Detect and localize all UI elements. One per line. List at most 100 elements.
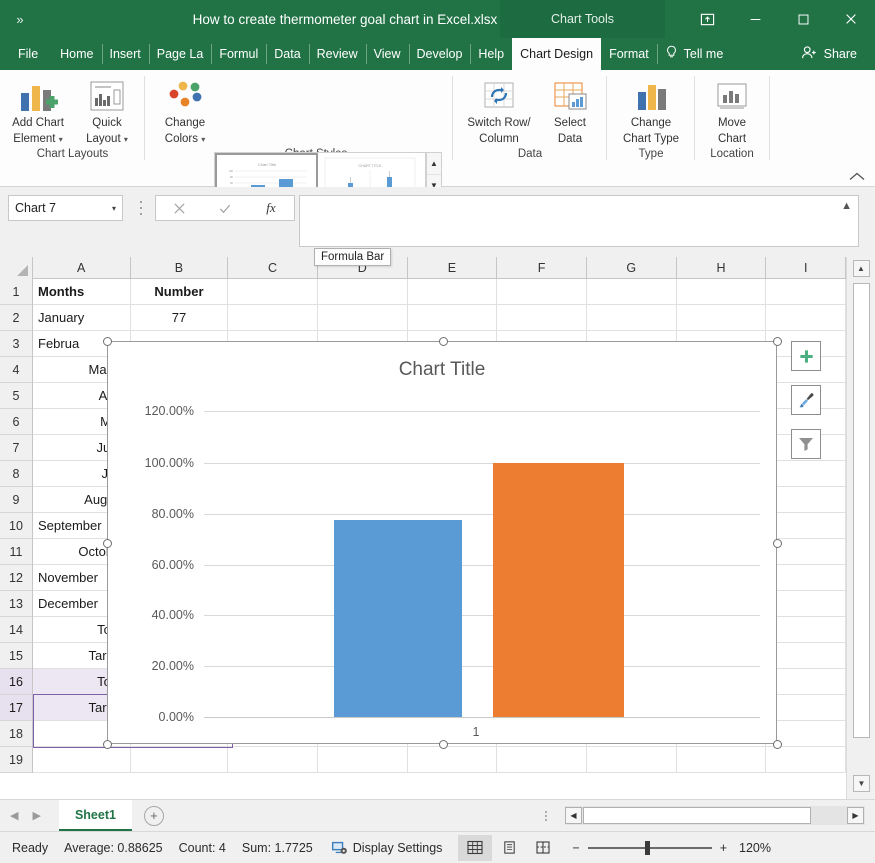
cell-e19[interactable] [408, 747, 498, 773]
name-box[interactable]: Chart 7 ▾ [8, 195, 123, 221]
column-header-f[interactable]: F [497, 257, 587, 279]
resize-handle-bottom-left[interactable] [103, 740, 112, 749]
cell-a1[interactable]: Months [33, 279, 131, 305]
switch-row-column-button[interactable]: Switch Row/ Column [460, 76, 538, 146]
collapse-ribbon-icon[interactable] [849, 170, 865, 184]
cell-c2[interactable] [228, 305, 318, 331]
vertical-scrollbar[interactable]: ▲ ▼ [846, 257, 875, 799]
cell-g1[interactable] [587, 279, 677, 305]
cell-i14[interactable] [766, 617, 846, 643]
cell-f19[interactable] [497, 747, 587, 773]
chart-elements-button[interactable] [791, 341, 821, 371]
cell-b2[interactable]: 77 [131, 305, 229, 331]
minimize-icon[interactable] [731, 0, 779, 38]
bar-series-total[interactable] [334, 520, 462, 717]
cell-h19[interactable] [677, 747, 767, 773]
scroll-up-icon[interactable]: ▲ [853, 260, 870, 277]
cell-c1[interactable] [228, 279, 318, 305]
cell-i19[interactable] [766, 747, 846, 773]
zoom-in-icon[interactable]: + [720, 841, 727, 855]
page-break-view-button[interactable] [526, 835, 560, 861]
cell-g2[interactable] [587, 305, 677, 331]
chevron-down-icon[interactable]: ▾ [112, 204, 116, 213]
tell-me-button[interactable]: Tell me [657, 38, 732, 70]
cell-i2[interactable] [766, 305, 846, 331]
cell-d1[interactable] [318, 279, 408, 305]
vertical-scroll-thumb[interactable] [853, 283, 870, 738]
cell-i13[interactable] [766, 591, 846, 617]
select-all-corner[interactable] [0, 257, 33, 279]
tab-page-layout[interactable]: Page La [149, 38, 212, 70]
scroll-down-icon[interactable]: ▼ [853, 775, 870, 792]
row-header-7[interactable]: 7 [0, 435, 32, 461]
select-data-button[interactable]: Select Data [542, 76, 598, 146]
tab-developer[interactable]: Develop [409, 38, 471, 70]
normal-view-button[interactable] [458, 835, 492, 861]
row-header-8[interactable]: 8 [0, 461, 32, 487]
row-header-19[interactable]: 19 [0, 747, 32, 773]
ribbon-display-options-icon[interactable] [683, 0, 731, 38]
expand-formula-bar-icon[interactable]: ▲ [841, 200, 852, 212]
row-header-10[interactable]: 10 [0, 513, 32, 539]
display-settings-button[interactable]: Display Settings [331, 840, 443, 856]
cell-h1[interactable] [677, 279, 767, 305]
cell-i12[interactable] [766, 565, 846, 591]
row-header-13[interactable]: 13 [0, 591, 32, 617]
column-header-e[interactable]: E [408, 257, 498, 279]
tab-chart-design[interactable]: Chart Design [512, 38, 601, 70]
row-header-9[interactable]: 9 [0, 487, 32, 513]
cell-f2[interactable] [497, 305, 587, 331]
row-header-6[interactable]: 6 [0, 409, 32, 435]
row-header-11[interactable]: 11 [0, 539, 32, 565]
page-layout-view-button[interactable] [492, 835, 526, 861]
chevron-right-icon[interactable]: ▶ [32, 809, 40, 822]
close-icon[interactable] [827, 0, 875, 38]
formula-input[interactable]: ▲ [299, 195, 859, 247]
hscroll-right-icon[interactable]: ▶ [847, 807, 864, 824]
cell-i9[interactable] [766, 487, 846, 513]
cancel-icon[interactable] [156, 196, 202, 220]
zoom-level-label[interactable]: 120% [727, 841, 771, 855]
row-header-12[interactable]: 12 [0, 565, 32, 591]
resize-handle-middle-right[interactable] [773, 539, 782, 548]
row-header-1[interactable]: 1 [0, 279, 32, 305]
tab-insert[interactable]: Insert [102, 38, 149, 70]
column-header-h[interactable]: H [677, 257, 767, 279]
row-header-5[interactable]: 5 [0, 383, 32, 409]
zoom-slider-thumb[interactable] [645, 841, 650, 855]
cell-i16[interactable] [766, 669, 846, 695]
change-colors-button[interactable]: Change Colors ▾ [154, 76, 216, 146]
cell-i10[interactable] [766, 513, 846, 539]
row-header-18[interactable]: 18 [0, 721, 32, 747]
cell-c19[interactable] [228, 747, 318, 773]
row-header-14[interactable]: 14 [0, 617, 32, 643]
row-header-3[interactable]: 3 [0, 331, 32, 357]
tab-file[interactable]: File [0, 38, 52, 70]
cell-f1[interactable] [497, 279, 587, 305]
resize-handle-top-right[interactable] [773, 337, 782, 346]
row-header-16[interactable]: 16 [0, 669, 32, 695]
horizontal-scrollbar[interactable]: ◀ ▶ [565, 806, 865, 825]
enter-icon[interactable] [202, 196, 248, 220]
cell-i17[interactable] [766, 695, 846, 721]
chart-plot-area[interactable]: 120.00% 100.00% 80.00% 60.00% 40.00% 20.… [108, 342, 776, 743]
resize-handle-middle-left[interactable] [103, 539, 112, 548]
chart-object[interactable]: Chart Title 120.00% 100.00% 80.00% 60.00… [107, 341, 777, 744]
row-header-15[interactable]: 15 [0, 643, 32, 669]
resize-handle-bottom-center[interactable] [439, 740, 448, 749]
hscroll-left-icon[interactable]: ◀ [565, 807, 582, 824]
move-chart-button[interactable]: Move Chart [700, 76, 764, 146]
zoom-slider[interactable] [588, 841, 712, 855]
cell-b1[interactable]: Number [131, 279, 229, 305]
status-count[interactable]: Count: 4 [179, 841, 226, 855]
sheet-tab-sheet1[interactable]: Sheet1 [59, 800, 132, 831]
cell-i15[interactable] [766, 643, 846, 669]
column-header-i[interactable]: I [766, 257, 846, 279]
share-button[interactable]: Share [793, 38, 875, 70]
add-sheet-icon[interactable]: + [144, 806, 164, 826]
change-chart-type-button[interactable]: Change Chart Type [611, 76, 691, 146]
status-sum[interactable]: Sum: 1.7725 [242, 841, 313, 855]
row-header-4[interactable]: 4 [0, 357, 32, 383]
cell-e1[interactable] [408, 279, 498, 305]
status-average[interactable]: Average: 0.88625 [64, 841, 162, 855]
